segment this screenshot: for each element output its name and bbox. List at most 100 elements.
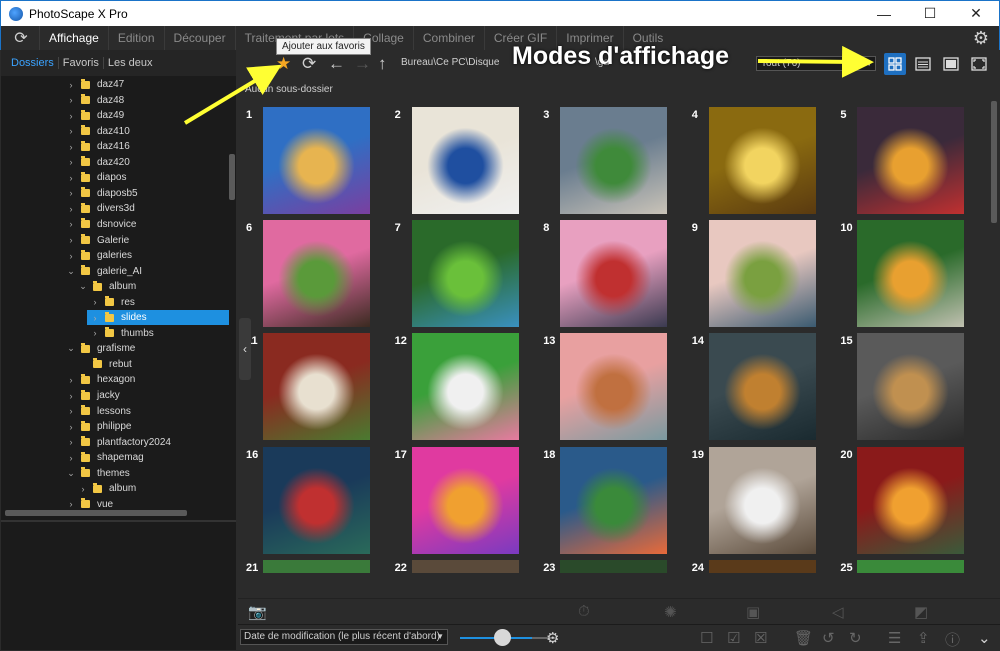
gear-icon[interactable]: ⚙ xyxy=(546,629,559,647)
chevron-right-icon[interactable]: › xyxy=(67,437,75,447)
thumbnail-grid-scroll-thumb[interactable] xyxy=(991,101,997,223)
thumbnail-image[interactable] xyxy=(857,107,965,214)
folder-tree-item[interactable]: › diapos xyxy=(1,170,229,185)
folder-tree-item[interactable]: › jacky xyxy=(1,388,229,403)
menu-item-affichage[interactable]: Affichage xyxy=(39,26,108,50)
collapse-panel-handle[interactable]: ‹ xyxy=(239,318,251,380)
chevron-right-icon[interactable]: › xyxy=(91,328,99,338)
thumbnail-image[interactable] xyxy=(263,220,370,328)
thumbnail-cell[interactable]: 18 xyxy=(535,441,683,554)
folder-tree-item[interactable]: › plantfactory2024 xyxy=(1,435,229,450)
thumbnail-cell[interactable]: 15 xyxy=(832,327,980,441)
maximize-button[interactable]: ☐ xyxy=(907,1,953,27)
folder-tree-item[interactable]: ⌄ themes xyxy=(1,466,229,481)
chevron-right-icon[interactable]: › xyxy=(67,219,75,229)
thumbnail-image[interactable] xyxy=(857,220,965,328)
refresh-icon[interactable]: ⟳ xyxy=(302,54,316,74)
thumbnail-grid[interactable]: 1 2 3 4 5 6 7 8 9 10 11 12 13 14 15 16 17 18 19 20 21 22 23 24 2… xyxy=(238,101,990,573)
thumbnail-cell[interactable]: 2 xyxy=(387,101,535,214)
chevron-right-icon[interactable]: › xyxy=(67,251,75,261)
adjust-sliders-icon[interactable]: ☰ xyxy=(888,629,901,647)
chevron-down-icon[interactable]: ⌄ xyxy=(79,281,87,292)
thumbnail-image[interactable] xyxy=(560,446,668,554)
thumbnail-image[interactable] xyxy=(560,559,668,573)
folder-tree-item[interactable]: › diaposb5 xyxy=(1,186,229,201)
chevron-down-icon[interactable]: ⌄ xyxy=(67,266,75,277)
folder-tree-item[interactable]: › lessons xyxy=(1,404,229,419)
menu-item-combiner[interactable]: Combiner xyxy=(412,26,484,50)
chevron-right-icon[interactable]: › xyxy=(67,157,75,167)
thumbnail-image[interactable] xyxy=(857,446,965,554)
chevron-right-icon[interactable]: › xyxy=(67,453,75,463)
thumbnail-cell[interactable]: 10 xyxy=(832,214,980,328)
thumbnail-cell[interactable]: 20 xyxy=(832,441,980,554)
chevron-right-icon[interactable]: › xyxy=(79,484,87,494)
thumbnail-cell[interactable]: 9 xyxy=(684,214,832,328)
thumbnail-image[interactable] xyxy=(708,559,816,573)
folder-tree-item[interactable]: ⌄ galerie_AI xyxy=(1,264,229,279)
thumbnail-cell[interactable]: 25 xyxy=(832,554,980,573)
info-icon[interactable]: ⓘ xyxy=(945,629,960,650)
chevron-right-icon[interactable]: › xyxy=(91,297,99,307)
folder-tree-item[interactable]: › daz49 xyxy=(1,108,229,123)
select-all-checkbox-icon[interactable]: ☑ xyxy=(727,629,740,647)
thumbnail-image[interactable] xyxy=(263,333,370,441)
folder-tree-item[interactable]: › philippe xyxy=(1,419,229,434)
thumbnail-cell[interactable]: 3 xyxy=(535,101,683,214)
tab-les-deux[interactable]: Les deux xyxy=(104,57,157,69)
photoscape-logo-icon[interactable]: ⟳ xyxy=(11,28,31,48)
thumbnail-image[interactable] xyxy=(411,220,519,328)
rotate-left-icon[interactable]: ↺ xyxy=(822,629,835,647)
chevron-right-icon[interactable]: › xyxy=(67,95,75,105)
folder-tree-item[interactable]: › divers3d xyxy=(1,201,229,216)
thumbnail-cell[interactable]: 6 xyxy=(238,214,386,328)
thumbnail-cell[interactable]: 4 xyxy=(684,101,832,214)
folder-tree-item[interactable]: › album xyxy=(1,481,229,496)
thumbnail-image[interactable] xyxy=(560,220,668,328)
folder-tree[interactable]: › daz47 › daz48 › daz49 › daz410 › daz416 › daz420 ›… xyxy=(1,77,229,559)
thumbnail-cell[interactable]: 16 xyxy=(238,441,386,554)
image-size-icon[interactable]: ▣ xyxy=(746,603,760,621)
thumbnail-cell[interactable]: 7 xyxy=(387,214,535,328)
add-favorite-star-icon[interactable]: ★ xyxy=(276,54,291,74)
thumbnail-cell[interactable]: 5 xyxy=(832,101,980,214)
thumbnail-cell[interactable]: 23 xyxy=(535,554,683,573)
thumbnail-image[interactable] xyxy=(708,446,816,554)
folder-tree-item[interactable]: › hexagon xyxy=(1,372,229,387)
invert-selection-icon[interactable]: ☒ xyxy=(754,629,767,647)
trash-icon[interactable]: 🗑 xyxy=(794,629,813,647)
chevron-right-icon[interactable]: › xyxy=(67,188,75,198)
folder-tree-item[interactable]: ⌄ album xyxy=(1,279,229,294)
menu-item-edition[interactable]: Edition xyxy=(107,26,164,50)
thumbnail-image[interactable] xyxy=(411,446,519,554)
timer-icon[interactable]: ⏱ xyxy=(578,603,590,620)
settings-gear-icon[interactable]: ⚙ xyxy=(973,28,989,49)
folder-tree-item[interactable]: › daz420 xyxy=(1,155,229,170)
thumbnail-image[interactable] xyxy=(263,107,370,214)
aperture-icon[interactable]: ✺ xyxy=(664,603,677,621)
folder-tree-item[interactable]: › dsnovice xyxy=(1,217,229,232)
menu-item-d-couper[interactable]: Découper xyxy=(163,26,235,50)
thumbnail-cell[interactable]: 19 xyxy=(684,441,832,554)
folder-tree-item[interactable]: › slides xyxy=(87,310,229,326)
folder-tree-item[interactable]: › Galerie xyxy=(1,233,229,248)
thumbnail-cell[interactable]: 13 xyxy=(535,327,683,441)
thumbnail-image[interactable] xyxy=(708,220,816,328)
folder-tree-item[interactable]: › daz416 xyxy=(1,139,229,154)
chevron-right-icon[interactable]: › xyxy=(67,375,75,385)
thumbnail-image[interactable] xyxy=(857,333,965,441)
thumbnail-image[interactable] xyxy=(411,559,519,573)
thumbnail-image[interactable] xyxy=(708,333,816,441)
forward-arrow-icon[interactable]: → xyxy=(354,54,371,74)
thumbnail-cell[interactable]: 22 xyxy=(387,554,535,573)
folder-tree-horizontal-scrollbar[interactable] xyxy=(5,510,187,516)
chevron-down-icon[interactable]: ⌄ xyxy=(67,343,75,354)
folder-tree-item[interactable]: › daz410 xyxy=(1,124,229,139)
view-mode-list-button[interactable] xyxy=(912,53,934,75)
speaker-icon[interactable]: ◁ xyxy=(832,603,844,621)
rotate-right-icon[interactable]: ↻ xyxy=(849,629,862,647)
thumbnail-grid-scrollbar[interactable] xyxy=(990,101,998,573)
view-mode-fullscreen-button[interactable] xyxy=(968,53,990,75)
thumbnail-image[interactable] xyxy=(411,333,519,441)
chevron-right-icon[interactable]: › xyxy=(67,204,75,214)
